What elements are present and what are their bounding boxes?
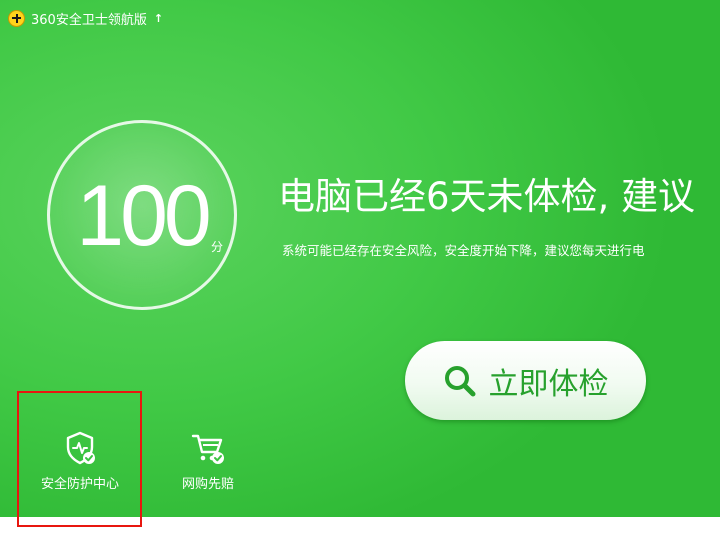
- title-bar: 360安全卫士领航版 ↑: [8, 8, 163, 28]
- check-now-label: 立即体检: [488, 366, 609, 402]
- up-arrow-icon[interactable]: ↑: [154, 12, 163, 25]
- status-subtext: 系统可能已经存在安全风险，安全度开始下降，建议您每天进行电: [282, 243, 645, 258]
- score-unit: 分: [211, 240, 224, 254]
- check-now-button[interactable]: 立即体检: [405, 341, 646, 420]
- nav-shopping-guarantee[interactable]: 网购先赔: [153, 430, 263, 492]
- status-headline: 电脑已经6天未体检, 建议: [278, 175, 696, 218]
- score-ring: 100 分: [47, 120, 237, 310]
- app-title: 360安全卫士领航版: [31, 12, 147, 28]
- plus-logo-icon: [8, 9, 25, 27]
- nav-shopping-label: 网购先赔: [181, 477, 234, 492]
- search-icon: [444, 365, 475, 396]
- highlight-annotation-box: [17, 391, 142, 527]
- score-value: 100: [76, 168, 212, 264]
- cart-check-icon: [191, 434, 224, 464]
